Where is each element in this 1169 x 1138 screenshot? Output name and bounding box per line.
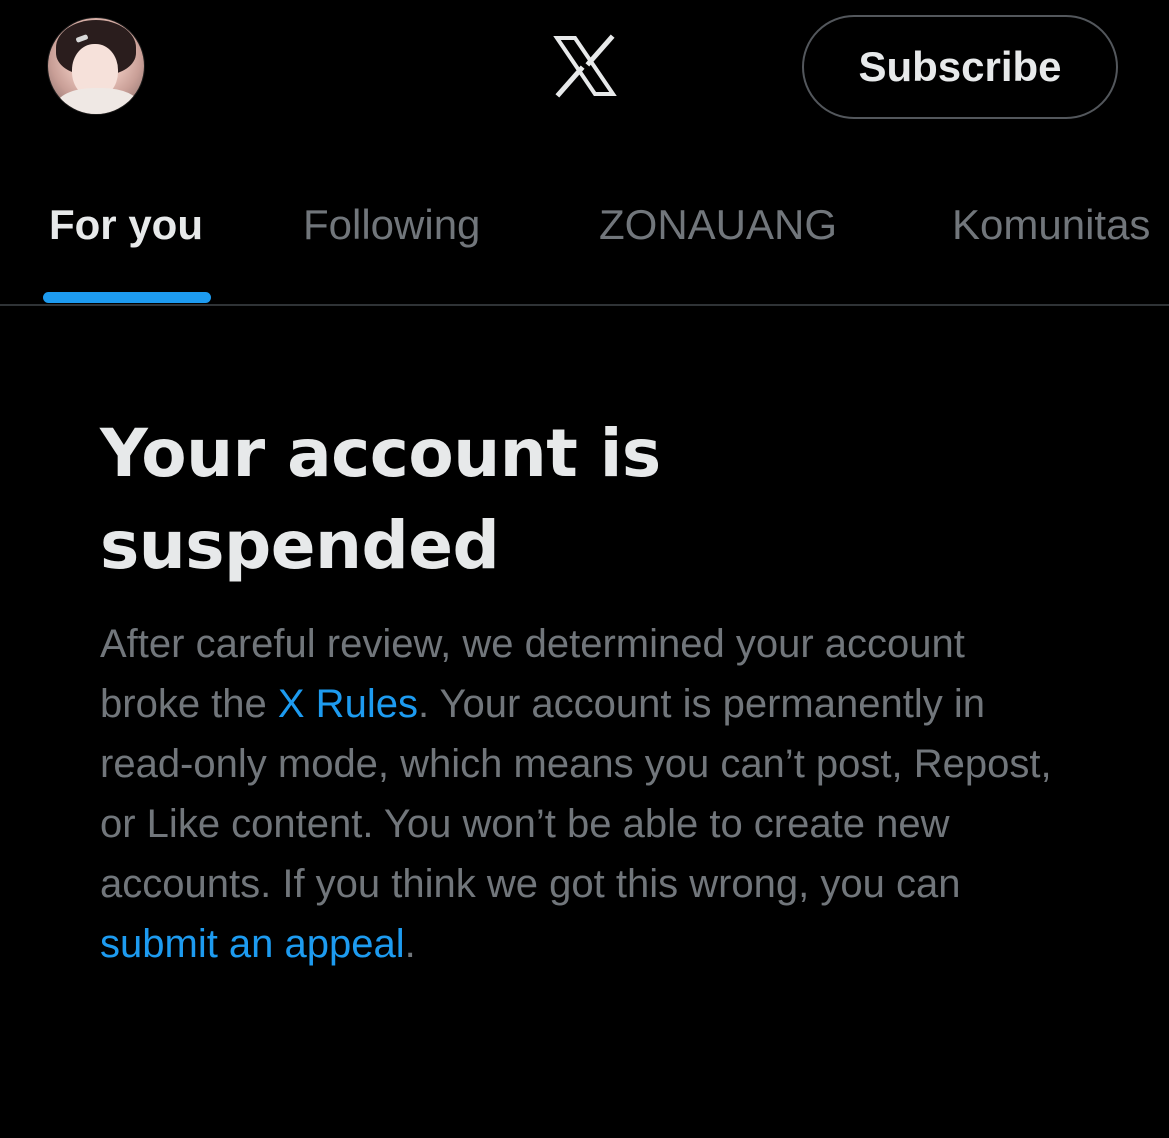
active-tab-indicator xyxy=(43,292,211,303)
subscribe-button[interactable]: Subscribe xyxy=(802,15,1118,119)
x-logo-icon[interactable] xyxy=(553,34,617,98)
submit-appeal-link[interactable]: submit an appeal xyxy=(100,922,405,966)
notice-text-part-3: . xyxy=(404,922,416,966)
avatar[interactable] xyxy=(48,18,144,114)
avatar-sweater xyxy=(56,88,140,114)
tab-for-you[interactable]: For you xyxy=(49,200,203,250)
notice-text: After careful review, we determined your… xyxy=(100,614,1060,974)
top-bar: Subscribe xyxy=(0,0,1169,140)
tab-zonauang[interactable]: ZONAUANG xyxy=(599,200,837,250)
tab-komunitas[interactable]: Komunitas xyxy=(952,200,1150,250)
x-rules-link[interactable]: X Rules xyxy=(278,682,418,726)
tab-following[interactable]: Following xyxy=(303,200,480,250)
page-title: Your account is suspended xyxy=(100,415,661,584)
timeline-tabs: For you Following ZONAUANG Komunitas xyxy=(0,140,1169,306)
suspension-notice: Your account is suspended After careful … xyxy=(100,408,1060,974)
